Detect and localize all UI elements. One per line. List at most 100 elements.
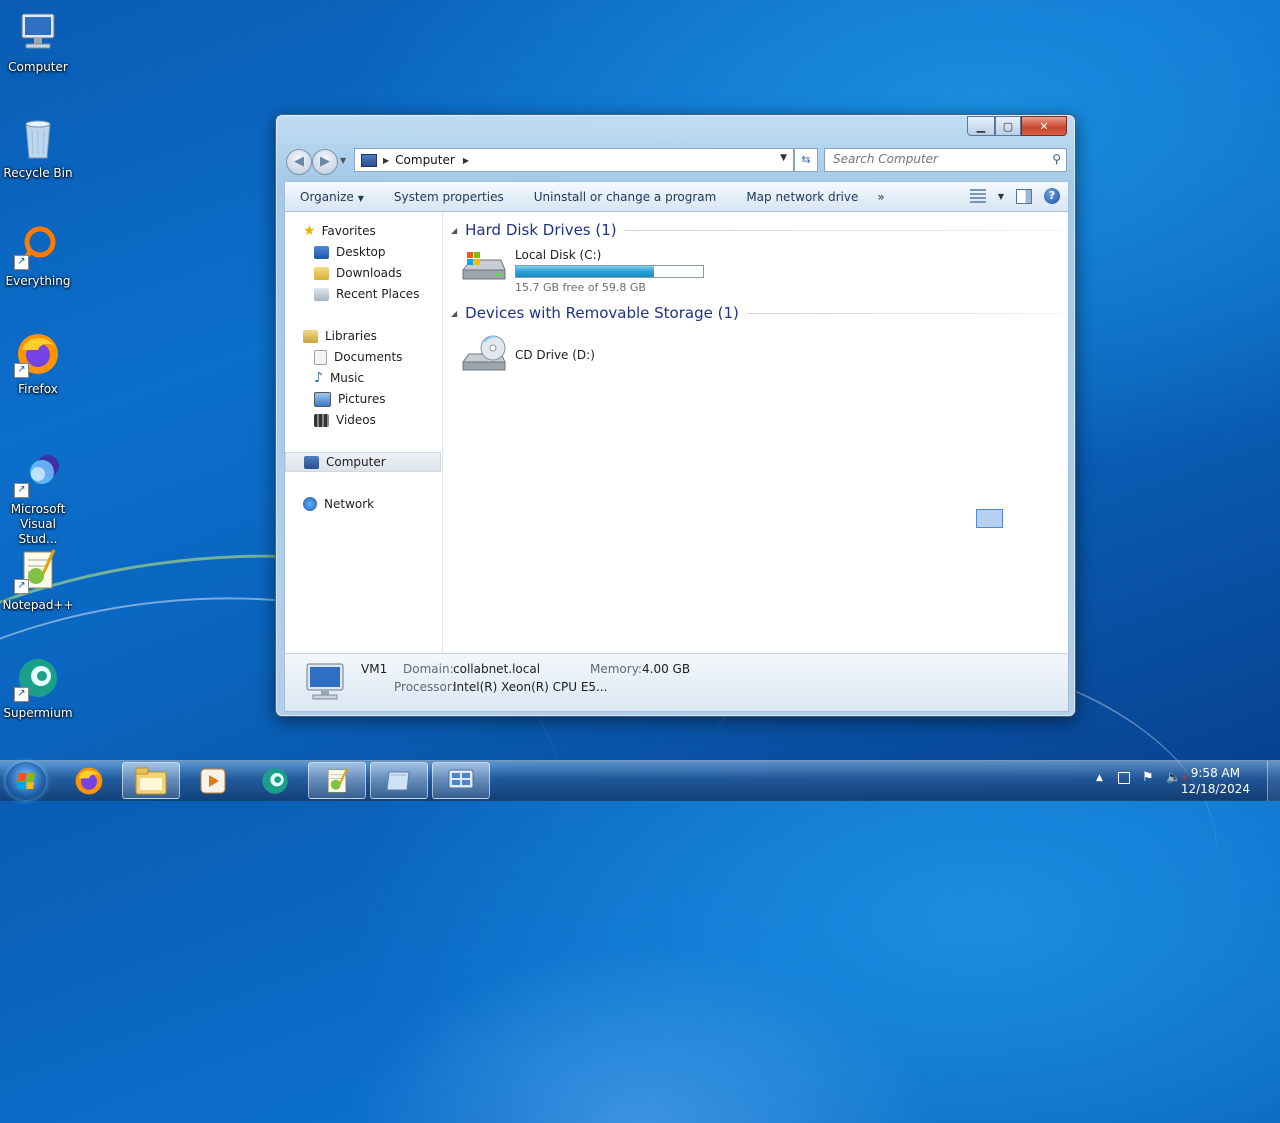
- nav-network[interactable]: Network: [285, 494, 459, 514]
- desktop-icon-label: Supermium: [3, 706, 73, 720]
- nav-favorites[interactable]: ★ Favorites: [285, 221, 459, 241]
- refresh-icon: ⇆: [801, 153, 811, 166]
- search-input[interactable]: [825, 149, 1043, 169]
- processor-value: Intel(R) Xeon(R) CPU E5...: [453, 680, 608, 694]
- chevron-down-icon: ▼: [357, 194, 364, 203]
- start-button[interactable]: [6, 762, 46, 800]
- domain-label: Domain:: [403, 662, 454, 676]
- taskbar-remote-desktop[interactable]: [432, 762, 490, 799]
- navigation-pane: ★ Favorites Desktop Downloads Recent Pla…: [285, 212, 443, 654]
- view-controls: ▼ ?: [969, 188, 1060, 204]
- taskbar-app-window[interactable]: [370, 762, 428, 799]
- close-button[interactable]: ✕: [1021, 116, 1067, 136]
- action-center-flag-icon[interactable]: ⚑: [1142, 770, 1154, 785]
- items-pane: ◢ Hard Disk Drives (1) Local Disk (C:) 1…: [443, 212, 1068, 654]
- taskbar-media-player[interactable]: [184, 762, 242, 799]
- view-dropdown-icon[interactable]: ▼: [998, 192, 1004, 201]
- cd-drive-icon: [459, 334, 507, 374]
- nav-label: Computer: [326, 455, 386, 469]
- clock[interactable]: 9:58 AM 12/18/2024: [1181, 765, 1250, 797]
- maximize-icon: ▢: [1002, 119, 1014, 133]
- windows-logo-icon: [17, 773, 35, 789]
- breadcrumb-computer[interactable]: Computer: [395, 153, 455, 167]
- minimize-icon: ▁: [976, 119, 986, 133]
- address-dropdown-icon[interactable]: ▼: [780, 153, 787, 163]
- disk-usage-bar: [515, 265, 704, 278]
- refresh-button[interactable]: ⇆: [794, 148, 818, 172]
- drive-name: CD Drive (D:): [515, 348, 595, 362]
- drive-name: Local Disk (C:): [515, 248, 602, 262]
- window-controls: ▁ ▢ ✕: [967, 116, 1067, 136]
- desktop-icon-label: Recycle Bin: [3, 166, 73, 180]
- preview-pane-icon[interactable]: [1016, 188, 1032, 204]
- desktop-icon-recycle-bin[interactable]: Recycle Bin: [0, 114, 76, 181]
- group-title: Hard Disk Drives (1): [465, 221, 617, 239]
- processor-label: Processor:: [394, 680, 456, 694]
- nav-label: Videos: [336, 413, 376, 427]
- minimize-button[interactable]: ▁: [967, 116, 995, 136]
- taskbar-windows-explorer[interactable]: [122, 762, 180, 799]
- group-divider: [746, 312, 1061, 314]
- drive-cd-d[interactable]: CD Drive (D:): [459, 334, 659, 380]
- desktop-icon-notepad-plus-plus[interactable]: ↗ Notepad++: [0, 546, 76, 613]
- more-commands-button[interactable]: »: [873, 190, 888, 204]
- memory-label: Memory:: [590, 662, 642, 676]
- nav-libraries[interactable]: Libraries: [285, 326, 459, 346]
- domain-value: collabnet.local: [453, 662, 541, 676]
- drive-free-space: 15.7 GB free of 59.8 GB: [515, 281, 646, 294]
- taskbar-firefox[interactable]: [60, 762, 118, 799]
- maximize-button[interactable]: ▢: [995, 116, 1021, 136]
- computer-large-icon: [303, 660, 347, 704]
- shortcut-arrow-icon: ↗: [14, 483, 29, 498]
- forward-button[interactable]: ▶: [312, 149, 338, 175]
- taskbar-supermium[interactable]: [246, 762, 304, 799]
- recycle-bin-icon: [14, 114, 62, 162]
- everything-icon: ↗: [14, 222, 62, 270]
- shortcut-arrow-icon: ↗: [14, 363, 29, 378]
- collapse-triangle-icon[interactable]: ◢: [451, 309, 457, 318]
- organize-button[interactable]: Organize ▼: [285, 190, 379, 204]
- desktop-icon-visual-studio[interactable]: ↗ Microsoft Visual Stud...: [0, 450, 76, 547]
- taskbar-notepad-plus-plus[interactable]: [308, 762, 366, 799]
- recent-places-icon: [314, 287, 329, 301]
- group-title: Devices with Removable Storage (1): [465, 304, 739, 322]
- group-header-removable[interactable]: ◢ Devices with Removable Storage (1): [451, 302, 1061, 324]
- details-pane: VM1 Domain: collabnet.local Memory: 4.00…: [284, 653, 1069, 712]
- uninstall-program-button[interactable]: Uninstall or change a program: [519, 190, 732, 204]
- breadcrumb-separator-icon[interactable]: ▶: [383, 156, 389, 165]
- nav-computer[interactable]: Computer: [285, 452, 441, 472]
- desktop-icon-label: Firefox: [18, 382, 58, 396]
- documents-icon: [314, 349, 327, 365]
- downloads-folder-icon: [314, 266, 329, 280]
- help-icon[interactable]: ?: [1044, 188, 1060, 204]
- desktop-icon-firefox[interactable]: ↗ Firefox: [0, 330, 76, 397]
- collapse-triangle-icon[interactable]: ◢: [451, 226, 457, 235]
- breadcrumb-chevron-icon[interactable]: ▶: [463, 156, 469, 165]
- address-bar[interactable]: ▶ Computer ▶ ▼: [354, 148, 794, 172]
- nav-label: Pictures: [338, 392, 386, 406]
- search-box[interactable]: ⚲: [824, 148, 1067, 172]
- desktop-icon-computer[interactable]: Computer: [0, 8, 76, 75]
- desktop-icon-everything[interactable]: ↗ Everything: [0, 222, 76, 289]
- drive-local-disk-c[interactable]: Local Disk (C:) 15.7 GB free of 59.8 GB: [459, 248, 719, 296]
- clock-time: 9:58 AM: [1190, 766, 1241, 780]
- clock-date: 12/18/2024: [1180, 782, 1250, 796]
- network-status-icon[interactable]: [1118, 772, 1130, 784]
- notepad-plus-plus-icon: ↗: [14, 546, 62, 594]
- recent-pages-dropdown[interactable]: ▼: [340, 156, 346, 165]
- firefox-icon: ↗: [14, 330, 62, 378]
- group-header-hard-disks[interactable]: ◢ Hard Disk Drives (1): [451, 219, 1061, 241]
- nav-label: Network: [324, 497, 375, 511]
- show-desktop-button[interactable]: [1267, 761, 1280, 801]
- map-network-drive-button[interactable]: Map network drive: [731, 190, 873, 204]
- music-icon: ♪: [314, 370, 323, 386]
- hard-drive-icon: [459, 248, 507, 288]
- change-view-icon[interactable]: [969, 189, 986, 203]
- shortcut-arrow-icon: ↗: [14, 255, 29, 270]
- desktop-icon-supermium[interactable]: ↗ Supermium: [0, 654, 76, 721]
- show-hidden-icons-button[interactable]: ▲: [1096, 773, 1103, 783]
- system-properties-button[interactable]: System properties: [379, 190, 519, 204]
- back-button[interactable]: ◀: [286, 149, 312, 175]
- shortcut-arrow-icon: ↗: [14, 687, 29, 702]
- computer-icon: [361, 153, 377, 167]
